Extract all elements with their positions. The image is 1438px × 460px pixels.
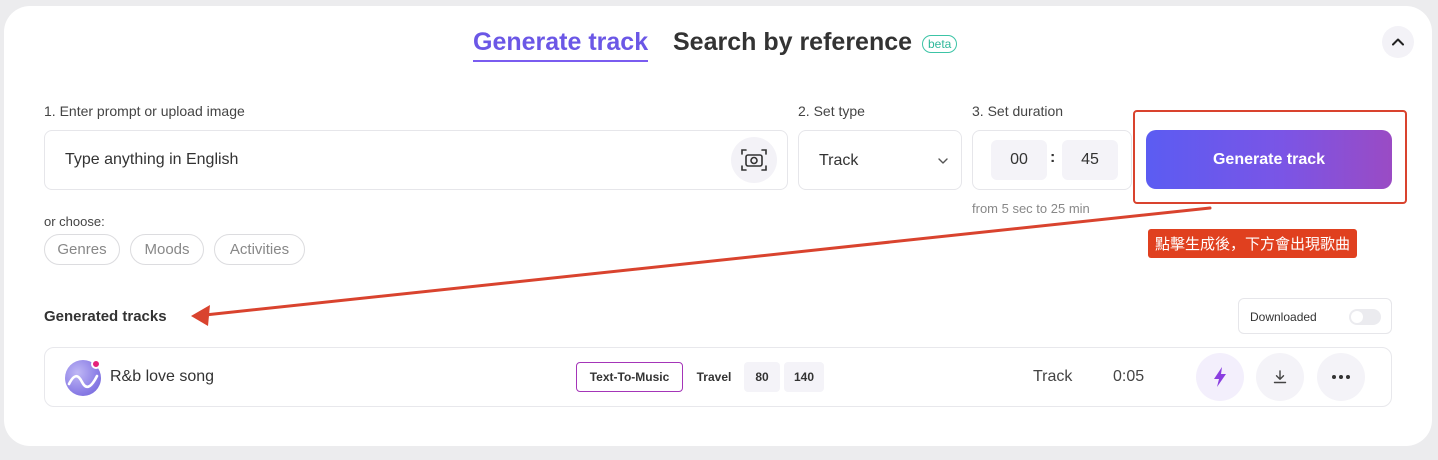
new-indicator-dot [91,359,101,369]
more-button[interactable] [1317,353,1365,401]
track-name: R&b love song [110,368,215,385]
more-icon [1332,375,1350,379]
tag-text-to-music[interactable]: Text-To-Music [576,362,683,392]
track-type: Track [1033,368,1073,385]
lightning-icon [1214,367,1226,387]
track-row[interactable]: R&b love song Text-To-Music Travel 80 14… [44,347,1392,407]
download-icon [1273,370,1287,384]
download-button[interactable] [1256,353,1304,401]
chip-moods[interactable]: Moods [130,234,204,265]
downloaded-filter: Downloaded [1238,298,1392,334]
tag-travel[interactable]: Travel [688,362,740,392]
generated-tracks-title: Generated tracks [44,308,167,325]
annotation-note: 點擊生成後，下方會出現歌曲 [1148,229,1358,258]
track-duration: 0:05 [1113,368,1145,385]
downloaded-toggle[interactable] [1349,309,1381,325]
toggle-knob [1351,311,1363,323]
remix-button[interactable] [1196,353,1244,401]
chip-activities[interactable]: Activities [214,234,305,265]
tag-bpm[interactable]: 80 [744,362,780,392]
or-choose-label: or choose: [44,214,105,229]
tag-value[interactable]: 140 [784,362,824,392]
chip-genres[interactable]: Genres [44,234,120,265]
downloaded-label: Downloaded [1250,310,1317,324]
